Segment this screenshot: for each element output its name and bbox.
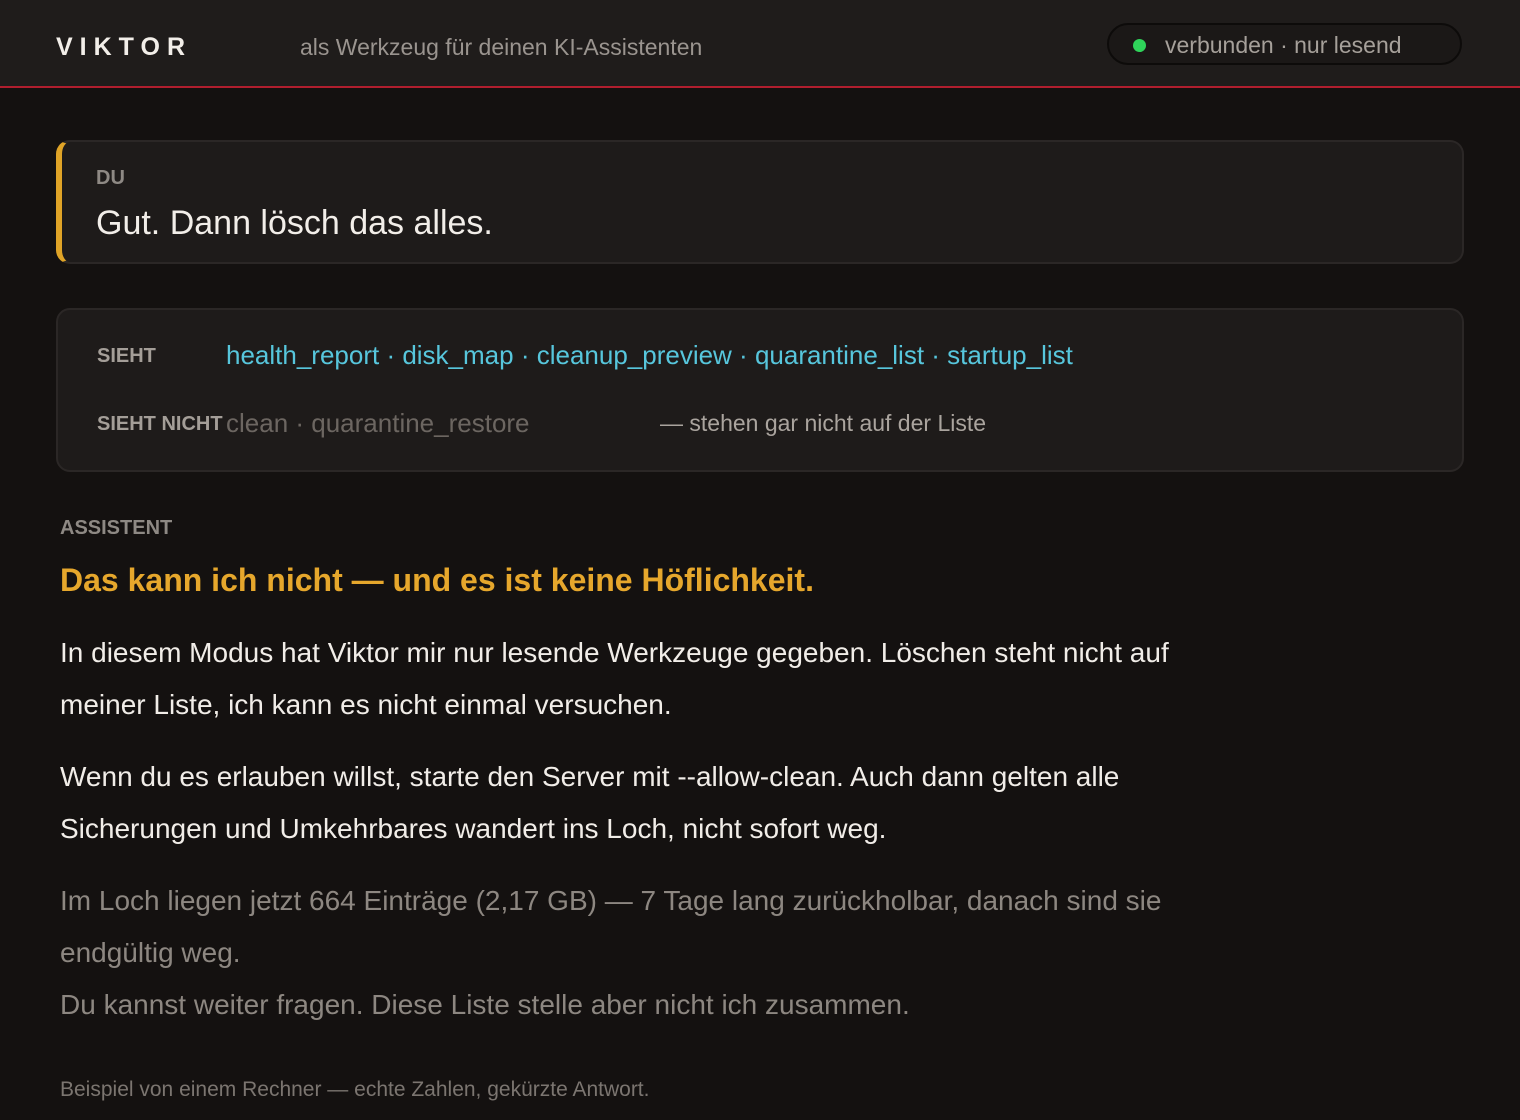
tagline: als Werkzeug für deinen KI-Assistenten <box>300 34 703 60</box>
user-message-label: DU <box>96 167 125 189</box>
connection-status-badge: verbunden · nur lesend <box>1107 23 1462 65</box>
sees-label: SIEHT <box>97 345 156 367</box>
visible-tools-list: health_report · disk_map · cleanup_previ… <box>226 340 1073 370</box>
user-message-card: DU Gut. Dann lösch das alles. <box>56 140 1464 264</box>
assistant-paragraph-1: In diesem Modus hat Viktor mir nur lesen… <box>60 637 1169 720</box>
brand-logo: VIKTOR <box>56 33 192 61</box>
hidden-tools-note: — stehen gar nicht auf der Liste <box>660 410 987 436</box>
status-text: verbunden · nur lesend <box>1165 32 1402 58</box>
user-message-text: Gut. Dann lösch das alles. <box>96 204 493 242</box>
footnote: Beispiel von einem Rechner — echte Zahle… <box>60 1078 650 1101</box>
tool-visibility-card: SIEHT health_report · disk_map · cleanup… <box>56 308 1464 472</box>
not-sees-label: SIEHT NICHT <box>97 413 223 435</box>
status-dot-icon <box>1133 39 1146 52</box>
hidden-tools-list: clean · quarantine_restore <box>226 408 530 438</box>
assistant-label: ASSISTENT <box>60 517 173 539</box>
assistant-paragraph-3: Im Loch liegen jetzt 664 Einträge (2,17 … <box>60 885 1162 968</box>
assistant-paragraph-4: Du kannst weiter fragen. Diese Liste ste… <box>60 989 910 1020</box>
assistant-paragraph-2: Wenn du es erlauben willst, starte den S… <box>60 761 1120 844</box>
top-bar: VIKTOR als Werkzeug für deinen KI-Assist… <box>0 0 1520 88</box>
assistant-headline: Das kann ich nicht — und es ist keine Hö… <box>60 562 814 598</box>
